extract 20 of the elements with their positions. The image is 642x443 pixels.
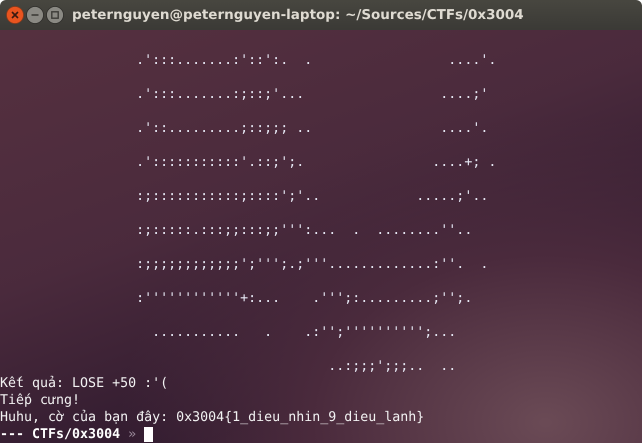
minimize-icon[interactable] xyxy=(26,6,44,24)
close-icon[interactable] xyxy=(6,6,24,24)
ascii-art-line: :;;;;;;;;;;;;';''';.;'''.............:''. . xyxy=(135,256,488,273)
prompt-path: --- CTFs/0x3004 xyxy=(0,426,120,443)
ascii-art-line: :;:::::.:::;;:::;;''':... . ........''.. xyxy=(135,222,472,239)
output-line: Huhu, cờ của bạn đây: 0x3004{1_dieu_nhin_9_dieu_lanh} xyxy=(0,409,424,426)
output-line: Kết quả: LOSE +50 :'( xyxy=(0,375,168,392)
ascii-art-line: :''''''''''''+:... .''';:.........;'';. xyxy=(135,290,472,307)
ascii-art-line: .':::.......:'::':. . ....'. xyxy=(135,52,496,69)
ascii-art-line: :;:::::::::::;::::';'.. .....;'.. xyxy=(135,188,488,205)
prompt-symbol: » xyxy=(128,426,136,443)
output-line: Tiếp cưng! xyxy=(0,392,80,409)
ascii-art-line: .':::.......:;::;'... ....;' xyxy=(135,86,488,103)
maximize-icon[interactable] xyxy=(46,6,64,24)
text-cursor xyxy=(144,427,154,442)
window-title: peternguyen@peternguyen-laptop: ~/Sources/CTFs/0x3004 xyxy=(72,7,524,23)
ascii-art-line: .'::.........;::;;; .. ....'. xyxy=(135,120,488,137)
ascii-art-line: ........... . .:'';'''''''''';... xyxy=(151,324,456,341)
ascii-art-line: .':::::::::::'.::;';. ....+; . xyxy=(135,154,496,171)
ascii-art-line: ..:;;;';;;.. .. xyxy=(327,358,456,375)
